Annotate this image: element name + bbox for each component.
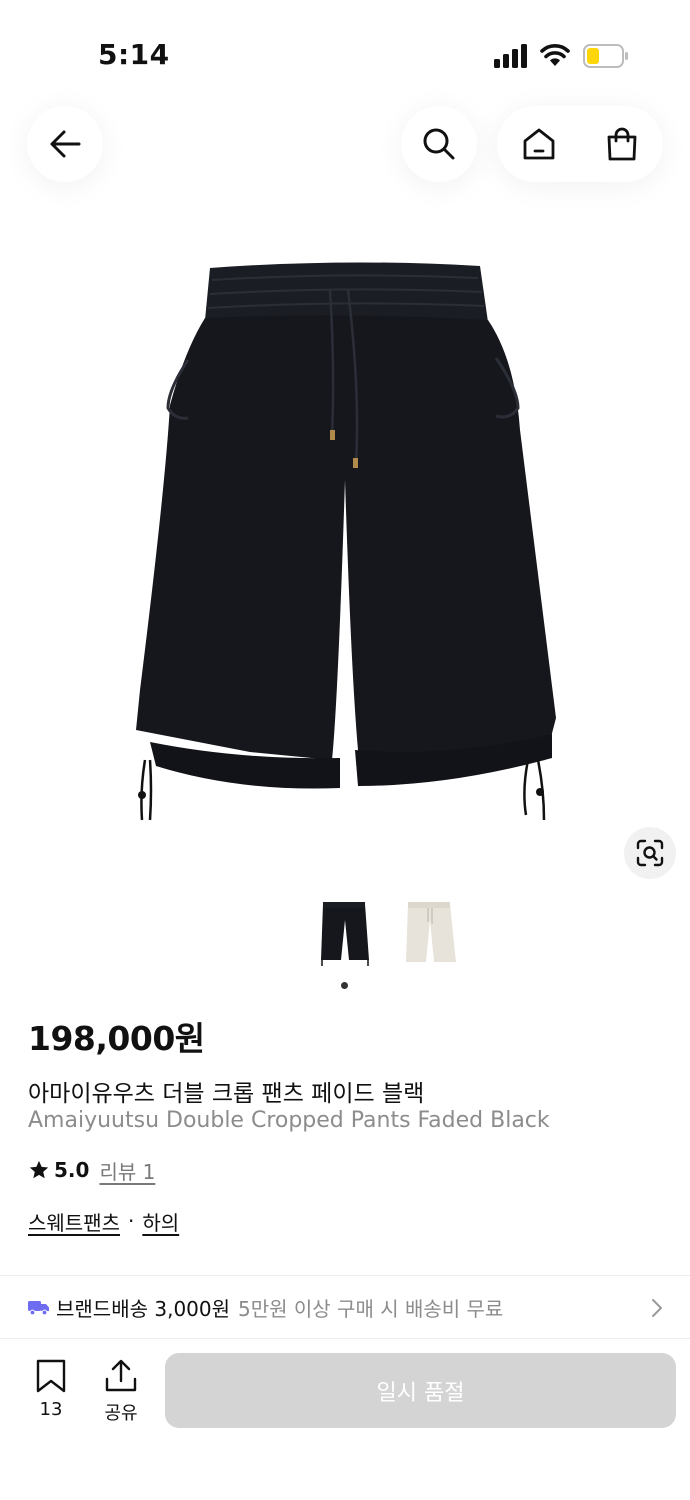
- rating-row: 5.0 리뷰 1: [28, 1156, 155, 1184]
- chevron-right-icon: [652, 1299, 662, 1317]
- shipping-info-row[interactable]: 브랜드배송 3,000원 5만원 이상 구매 시 배송비 무료: [0, 1276, 690, 1338]
- back-button[interactable]: [27, 106, 103, 182]
- lens-scan-icon: [636, 839, 664, 867]
- cart-button[interactable]: [580, 106, 663, 182]
- delivery-truck-icon: [28, 1301, 49, 1316]
- back-arrow-icon: [50, 130, 81, 158]
- battery-icon: [583, 44, 628, 68]
- category-link-bottoms[interactable]: 하의: [142, 1207, 179, 1236]
- thumbnail-strip: [0, 896, 690, 996]
- home-button[interactable]: [497, 106, 580, 182]
- header-actions: [497, 106, 663, 182]
- wifi-icon: [540, 44, 570, 66]
- search-button[interactable]: [401, 106, 477, 182]
- free-shipping-note: 5만원 이상 구매 시 배송비 무료: [238, 1296, 504, 1321]
- thumbnail-cream[interactable]: [398, 896, 462, 976]
- share-button[interactable]: 공유: [90, 1359, 152, 1429]
- rating-value: 5.0: [54, 1158, 90, 1182]
- search-icon: [423, 128, 455, 160]
- home-icon: [523, 128, 554, 160]
- bottom-action-bar: 13 공유 일시 품절: [0, 1339, 690, 1500]
- thumbnail-black[interactable]: [313, 896, 377, 976]
- cellular-signal-icon: [494, 44, 527, 68]
- carousel-indicator: [341, 982, 348, 989]
- share-label: 공유: [104, 1403, 138, 1424]
- product-name-korean: 아마이유우츠 더블 크롭 팬츠 페이드 블랙: [28, 1081, 425, 1107]
- share-icon: [105, 1359, 137, 1392]
- category-separator: ·: [128, 1209, 135, 1233]
- shopping-bag-icon: [607, 127, 636, 161]
- bookmark-icon: [36, 1359, 66, 1393]
- status-bar: 5:14: [0, 0, 690, 100]
- visual-search-button[interactable]: [624, 827, 676, 879]
- review-link[interactable]: 리뷰 1: [99, 1156, 155, 1185]
- product-price: 198,000원: [28, 1019, 205, 1058]
- temporarily-sold-out-button[interactable]: 일시 품절: [165, 1353, 676, 1428]
- product-name-english: Amaiyuutsu Double Cropped Pants Faded Bl…: [28, 1108, 550, 1133]
- product-image[interactable]: [0, 230, 690, 870]
- category-breadcrumb: 스웨트팬츠 · 하의: [28, 1207, 179, 1235]
- category-link-sweatpants[interactable]: 스웨트팬츠: [28, 1207, 120, 1236]
- save-button[interactable]: 13: [20, 1359, 82, 1429]
- status-time: 5:14: [98, 38, 170, 71]
- shipping-fee-label: 브랜드배송 3,000원: [56, 1296, 231, 1321]
- save-count: 13: [39, 1399, 63, 1420]
- star-icon: [29, 1160, 49, 1179]
